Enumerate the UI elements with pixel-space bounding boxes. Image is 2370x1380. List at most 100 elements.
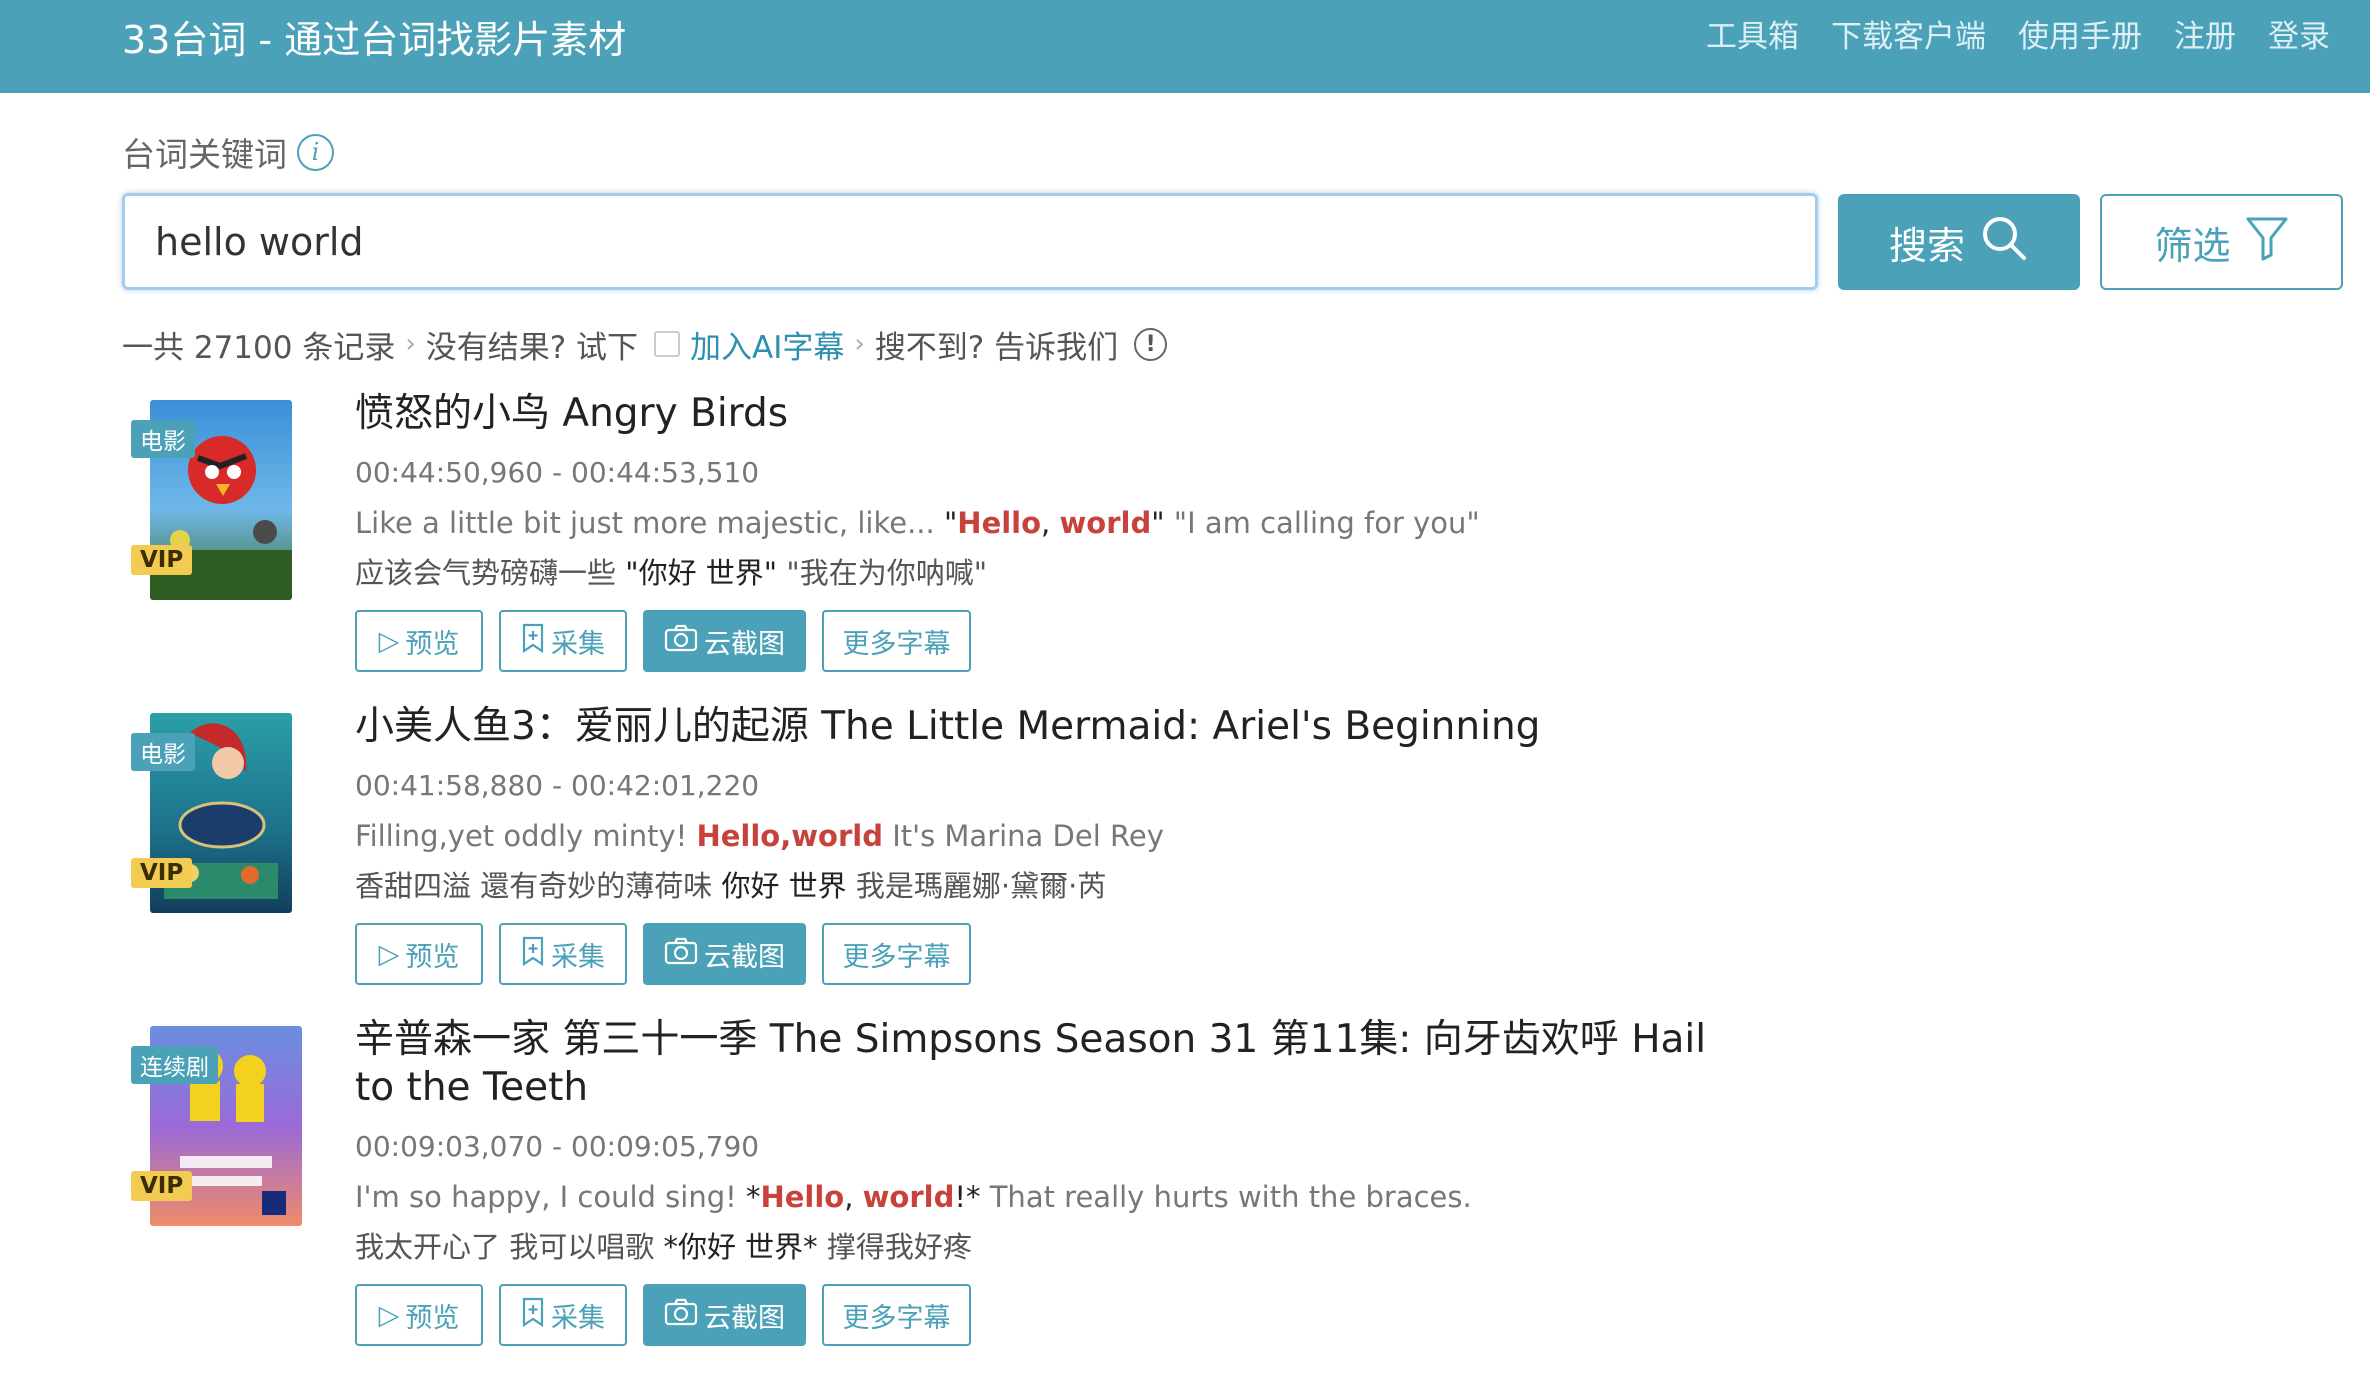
- quote-close: !*: [954, 1180, 981, 1214]
- no-result-hint: 没有结果? 试下: [425, 329, 639, 366]
- nav-toolbox[interactable]: 工具箱: [1706, 16, 1799, 59]
- result-actions: ▷ 预览 采集 云截图 更多字幕: [355, 923, 971, 985]
- camera-icon: [664, 937, 698, 972]
- play-icon: ▷: [378, 625, 400, 657]
- preview-label: 预览: [405, 628, 460, 660]
- preview-label: 预览: [405, 1302, 460, 1334]
- result-title[interactable]: 小美人鱼3：爱丽儿的起源 The Little Mermaid: Ariel's…: [355, 703, 1755, 751]
- top-nav-bar: 33台词 - 通过台词找影片素材 工具箱 下载客户端 使用手册 注册 登录: [0, 0, 2370, 93]
- cloud-screenshot-label: 云截图: [704, 1302, 785, 1334]
- filter-button-label: 筛选: [2154, 223, 2231, 268]
- total-records: 一共 27100 条记录: [122, 329, 396, 366]
- info-icon[interactable]: i: [297, 133, 334, 171]
- search-icon: [1979, 213, 2029, 272]
- type-badge: 电影: [131, 733, 195, 771]
- more-subtitles-label: 更多字幕: [842, 941, 951, 973]
- chevron-right-icon: ›: [405, 329, 416, 359]
- match-highlight: 你好 世界: [721, 869, 847, 903]
- type-badge: 电影: [131, 420, 195, 458]
- result-actions: ▷ 预览 采集 云截图 更多字幕: [355, 610, 971, 672]
- vip-badge: VIP: [131, 858, 193, 888]
- collect-label: 采集: [551, 1302, 605, 1334]
- play-icon: ▷: [378, 1299, 400, 1331]
- collect-button[interactable]: 采集: [499, 610, 627, 672]
- subtitle-before: Filling,yet oddly minty!: [355, 819, 688, 853]
- nav-login[interactable]: 登录: [2268, 16, 2330, 59]
- keyword-label-text: 台词关键词: [122, 135, 287, 174]
- english-subtitle: I'm so happy, I could sing! *Hello, worl…: [355, 1180, 1472, 1214]
- search-button[interactable]: 搜索: [1838, 194, 2080, 290]
- more-subtitles-button[interactable]: 更多字幕: [822, 1284, 971, 1346]
- subtitle-before: Like a little bit just more majestic, li…: [355, 506, 935, 540]
- match-highlight: Hello: [696, 819, 781, 853]
- cloud-screenshot-button[interactable]: 云截图: [643, 923, 806, 985]
- cloud-screenshot-label: 云截图: [704, 941, 785, 973]
- more-subtitles-button[interactable]: 更多字幕: [822, 610, 971, 672]
- match-separator: ,: [844, 1180, 863, 1214]
- bookmark-plus-icon: [521, 936, 545, 973]
- timecode: 00:44:50,960 - 00:44:53,510: [355, 456, 760, 489]
- collect-label: 采集: [551, 941, 605, 973]
- subtitle-after: It's Marina Del Rey: [892, 819, 1164, 853]
- match-highlight: Hello: [957, 506, 1042, 540]
- more-subtitles-label: 更多字幕: [842, 1302, 951, 1334]
- english-subtitle: Like a little bit just more majestic, li…: [355, 506, 1480, 540]
- bookmark-plus-icon: [521, 623, 545, 660]
- nav-user-manual[interactable]: 使用手册: [2018, 16, 2142, 59]
- ai-subtitle-link[interactable]: 加入AI字幕: [690, 322, 844, 367]
- subtitle-after: 撑得我好疼: [826, 1230, 972, 1264]
- top-nav: 工具箱 下载客户端 使用手册 注册 登录: [1706, 16, 2330, 59]
- cloud-screenshot-button[interactable]: 云截图: [643, 1284, 806, 1346]
- more-subtitles-button[interactable]: 更多字幕: [822, 923, 971, 985]
- timecode: 00:41:58,880 - 00:42:01,220: [355, 769, 760, 802]
- exclamation-icon[interactable]: !: [1134, 327, 1168, 361]
- ai-subtitle-checkbox[interactable]: [654, 331, 681, 357]
- preview-button[interactable]: ▷ 预览: [355, 923, 483, 985]
- subtitle-before: I'm so happy, I could sing!: [355, 1180, 737, 1214]
- search-input[interactable]: [122, 193, 1818, 290]
- match-highlight: world: [862, 1180, 955, 1214]
- result-summary: 一共 27100 条记录 › 没有结果? 试下 加入AI字幕 › 搜不到? 告诉…: [122, 322, 1168, 367]
- timecode: 00:09:03,070 - 00:09:05,790: [355, 1130, 760, 1163]
- subtitle-before: 香甜四溢 還有奇妙的薄荷味: [355, 869, 713, 903]
- result-actions: ▷ 预览 采集 云截图 更多字幕: [355, 1284, 971, 1346]
- nav-download-client[interactable]: 下载客户端: [1831, 16, 1986, 59]
- subtitle-after: "I am calling for you": [1173, 506, 1480, 540]
- vip-badge: VIP: [131, 1171, 193, 1201]
- play-icon: ▷: [378, 938, 400, 970]
- keyword-label: 台词关键词 i: [122, 128, 334, 176]
- nav-register[interactable]: 注册: [2174, 16, 2236, 59]
- report-missing-link[interactable]: 搜不到? 告诉我们: [875, 322, 1118, 367]
- result-title[interactable]: 愤怒的小鸟 Angry Birds: [355, 390, 1755, 438]
- camera-icon: [664, 624, 698, 659]
- bookmark-plus-icon: [521, 1297, 545, 1334]
- match-separator: ,: [780, 819, 792, 853]
- camera-icon: [664, 1298, 698, 1333]
- quote-close: ": [1151, 506, 1165, 540]
- preview-button[interactable]: ▷ 预览: [355, 1284, 483, 1346]
- filter-button[interactable]: 筛选: [2100, 194, 2343, 290]
- collect-button[interactable]: 采集: [499, 923, 627, 985]
- search-button-label: 搜索: [1888, 223, 1965, 268]
- chinese-subtitle: 我太开心了 我可以唱歌 *你好 世界* 撑得我好疼: [355, 1224, 972, 1266]
- quote-open: ": [943, 506, 958, 540]
- type-badge: 连续剧: [131, 1046, 218, 1084]
- cloud-screenshot-button[interactable]: 云截图: [643, 610, 806, 672]
- collect-button[interactable]: 采集: [499, 1284, 627, 1346]
- match-highlight: *你好 世界*: [663, 1230, 818, 1264]
- english-subtitle: Filling,yet oddly minty! Hello,world It'…: [355, 819, 1164, 853]
- subtitle-before: 我太开心了 我可以唱歌: [355, 1230, 655, 1264]
- collect-label: 采集: [551, 628, 605, 660]
- chevron-right-icon: ›: [854, 329, 865, 359]
- chinese-subtitle: 香甜四溢 還有奇妙的薄荷味 你好 世界 我是瑪麗娜·黛爾·芮: [355, 863, 1106, 905]
- match-highlight: world: [1059, 506, 1152, 540]
- site-title[interactable]: 33台词 - 通过台词找影片素材: [122, 14, 626, 67]
- match-highlight: "你好 世界": [625, 556, 778, 590]
- cloud-screenshot-label: 云截图: [704, 628, 785, 660]
- result-title[interactable]: 辛普森一家 第三十一季 The Simpsons Season 31 第11集:…: [355, 1016, 1725, 1112]
- preview-button[interactable]: ▷ 预览: [355, 610, 483, 672]
- chinese-subtitle: 应该会气势磅礴一些 "你好 世界" "我在为你呐喊": [355, 550, 987, 592]
- match-highlight: Hello: [760, 1180, 845, 1214]
- more-subtitles-label: 更多字幕: [842, 628, 951, 660]
- vip-badge: VIP: [131, 545, 193, 575]
